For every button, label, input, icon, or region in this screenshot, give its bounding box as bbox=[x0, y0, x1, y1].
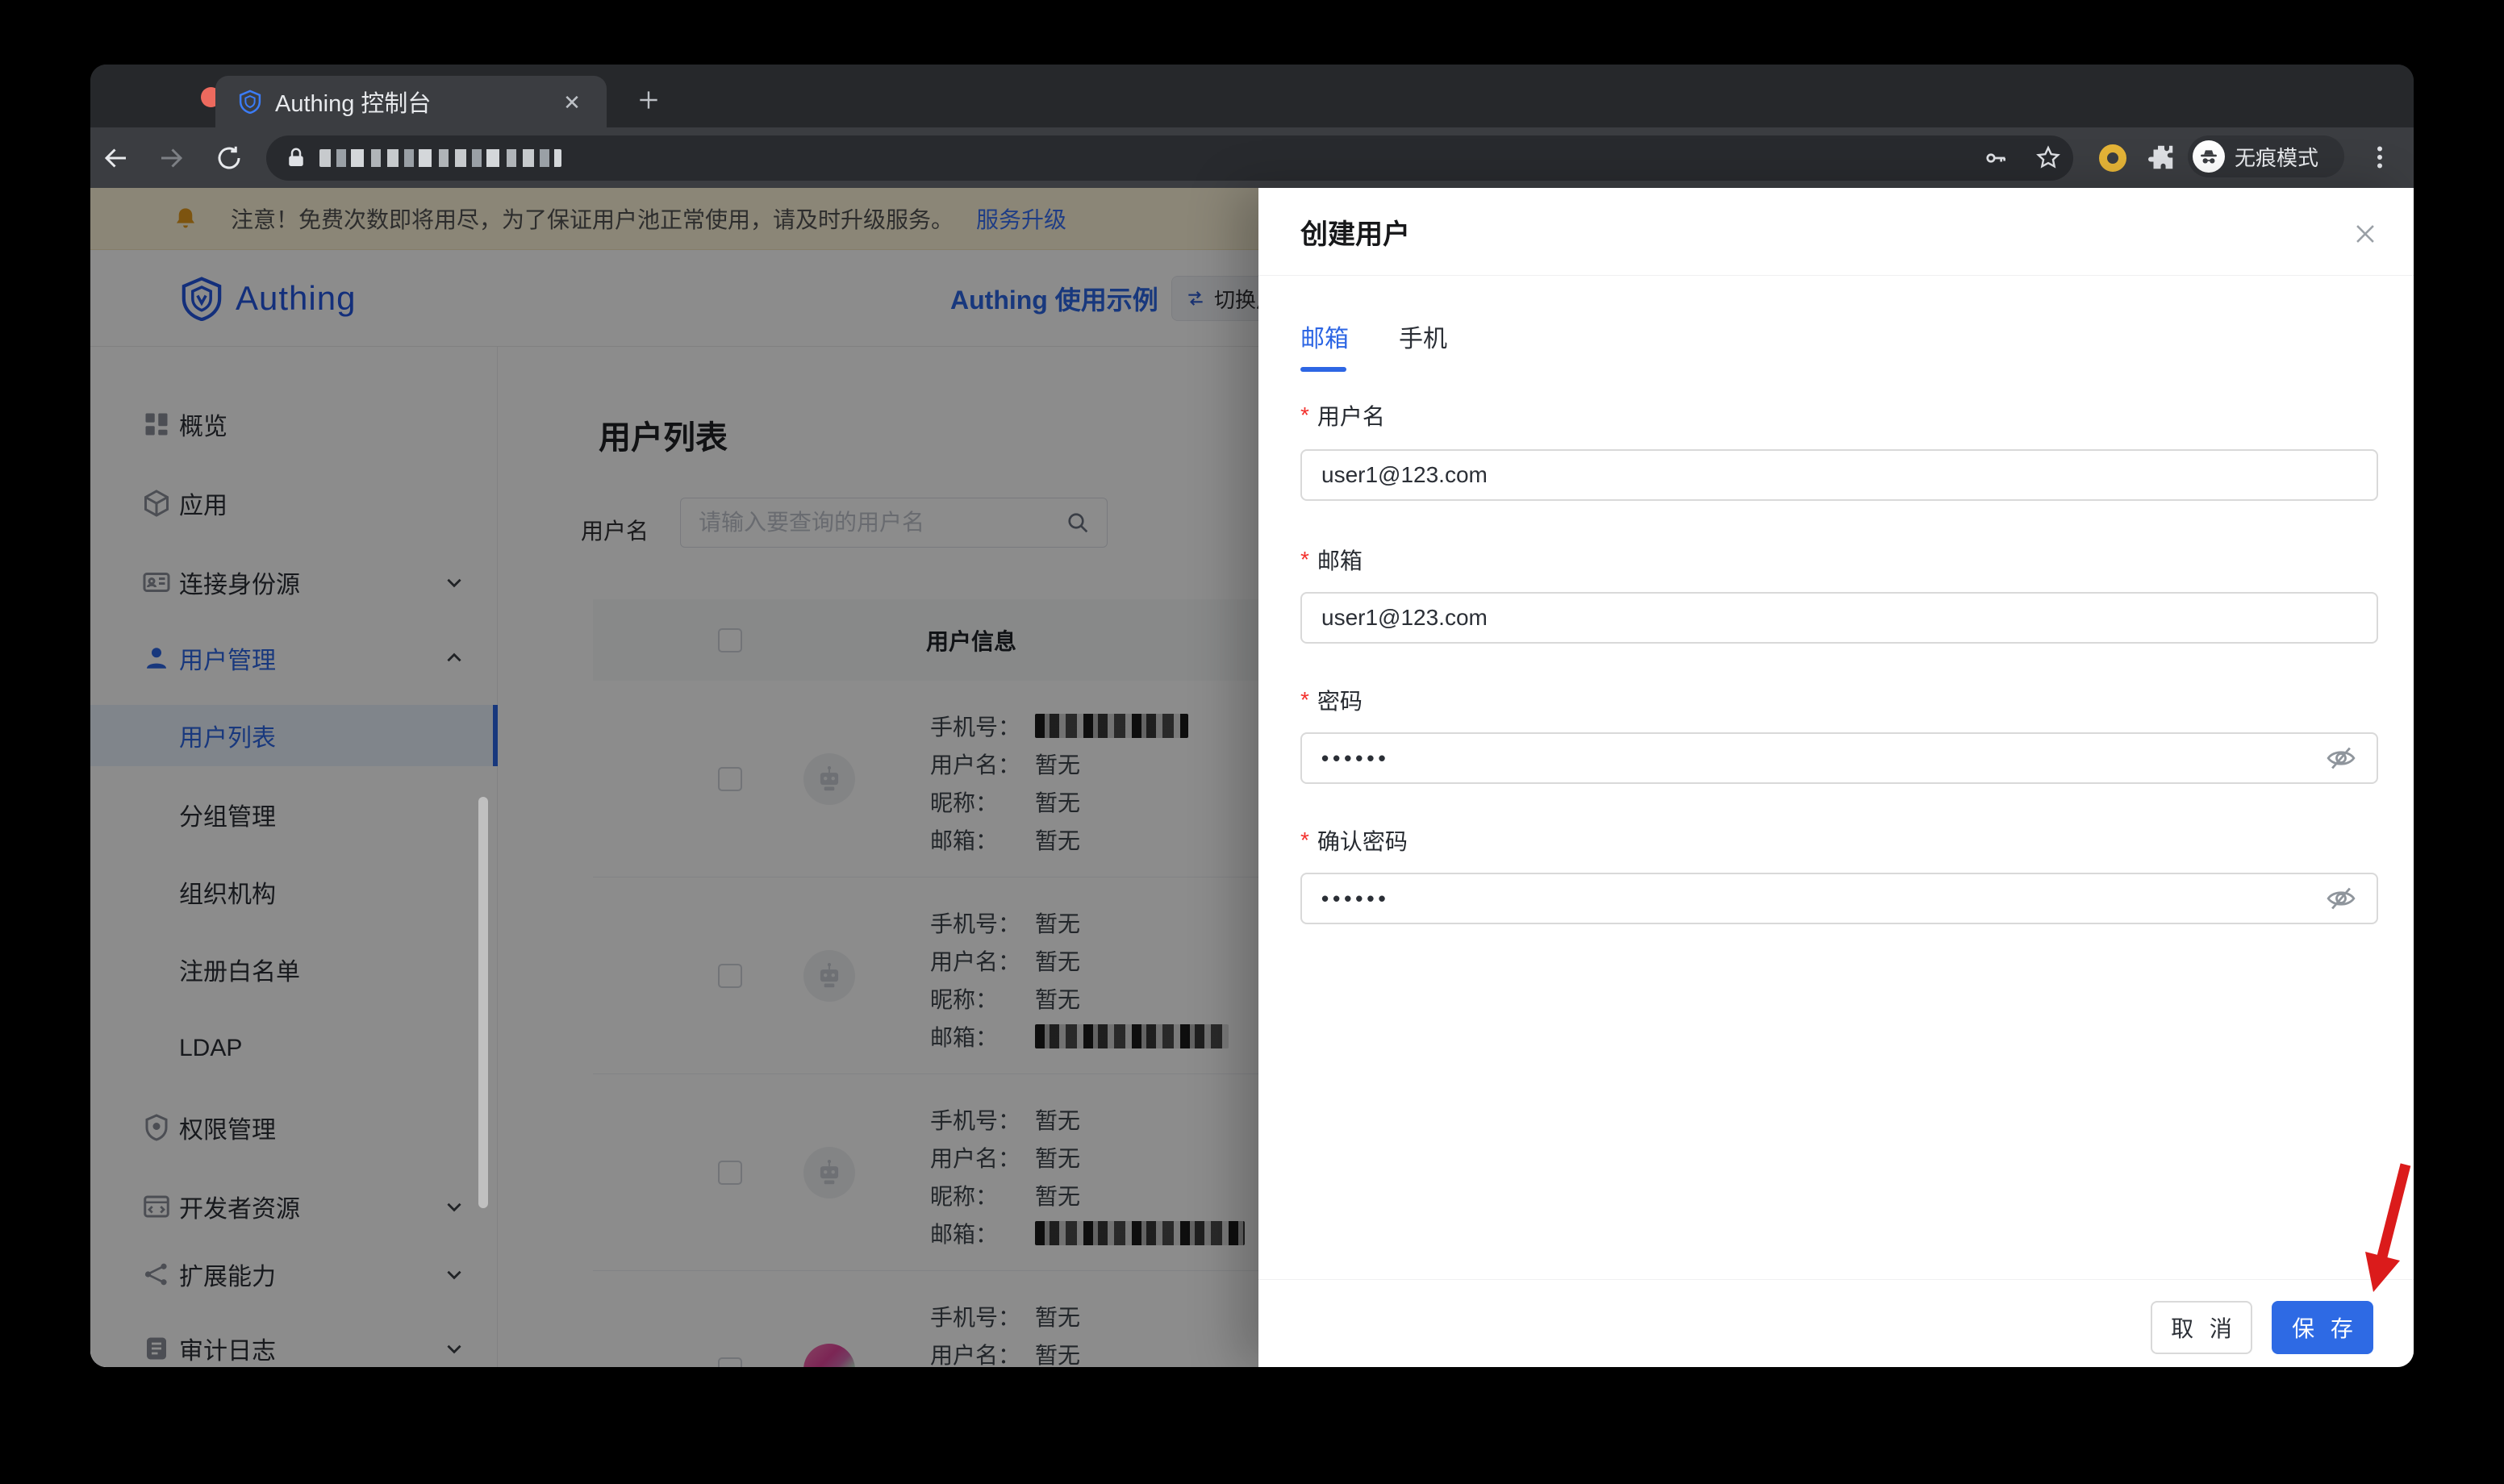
sidebar-scrollbar[interactable] bbox=[478, 797, 488, 1208]
drawer-footer: 取 消 保 存 bbox=[1258, 1279, 2414, 1367]
authing-favicon-icon bbox=[238, 90, 262, 114]
browser-menu-icon[interactable] bbox=[2365, 142, 2394, 173]
active-tab-indicator bbox=[1300, 367, 1346, 372]
browser-tab-strip: Authing 控制台 ✕ bbox=[90, 65, 2414, 127]
password-key-icon[interactable] bbox=[1983, 145, 2009, 171]
tab-phone[interactable]: 手机 bbox=[1399, 311, 1447, 362]
tab-email[interactable]: 邮箱 bbox=[1300, 311, 1349, 362]
field-label-email: * 邮箱 bbox=[1300, 547, 1363, 573]
eye-invisible-icon[interactable] bbox=[2325, 882, 2357, 915]
password-field[interactable] bbox=[1300, 732, 2378, 784]
lock-icon bbox=[284, 146, 308, 170]
save-button[interactable]: 保 存 bbox=[2272, 1301, 2373, 1354]
incognito-badge: 无痕模式 bbox=[2188, 135, 2344, 177]
required-asterisk: * bbox=[1300, 827, 1309, 852]
extension-badge-icon[interactable] bbox=[2099, 144, 2126, 172]
username-field[interactable] bbox=[1300, 449, 2378, 501]
forward-button[interactable] bbox=[155, 142, 187, 174]
tab-close-icon[interactable]: ✕ bbox=[558, 89, 586, 116]
eye-invisible-icon[interactable] bbox=[2325, 742, 2357, 774]
required-asterisk: * bbox=[1300, 547, 1309, 572]
browser-window: Authing 控制台 ✕ 无痕模式 注意！免费次数即将用尽，为了保证用户池正常… bbox=[90, 65, 2414, 1367]
incognito-icon bbox=[2193, 140, 2225, 173]
email-field[interactable] bbox=[1300, 592, 2378, 644]
url-bar[interactable] bbox=[266, 135, 2073, 181]
browser-toolbar: 无痕模式 bbox=[90, 127, 2414, 188]
new-tab-button[interactable] bbox=[626, 77, 671, 123]
tab-title: Authing 控制台 bbox=[275, 91, 432, 117]
required-asterisk: * bbox=[1300, 402, 1309, 427]
confirm-password-field[interactable] bbox=[1300, 873, 2378, 924]
cancel-button[interactable]: 取 消 bbox=[2151, 1301, 2252, 1354]
back-button[interactable] bbox=[100, 142, 132, 174]
field-label-password: * 密码 bbox=[1300, 687, 1363, 714]
drawer-header: 创建用户 bbox=[1258, 188, 2414, 276]
browser-tab[interactable]: Authing 控制台 ✕ bbox=[215, 76, 607, 127]
create-user-drawer: 创建用户 邮箱 手机 * 用户名 * 邮箱 * bbox=[1258, 188, 2414, 1367]
incognito-label: 无痕模式 bbox=[2235, 145, 2319, 170]
field-label-confirm-password: * 确认密码 bbox=[1300, 827, 1408, 854]
page-content: 注意！免费次数即将用尽，为了保证用户池正常使用，请及时升级服务。 服务升级 Au… bbox=[90, 188, 2414, 1367]
reload-button[interactable] bbox=[213, 142, 245, 174]
redacted-url bbox=[319, 149, 561, 167]
close-icon[interactable] bbox=[2346, 215, 2385, 253]
field-label-username: * 用户名 bbox=[1300, 402, 1385, 429]
drawer-title: 创建用户 bbox=[1300, 219, 1410, 250]
bookmark-star-icon[interactable] bbox=[2034, 144, 2062, 172]
required-asterisk: * bbox=[1300, 687, 1309, 712]
extensions-puzzle-icon[interactable] bbox=[2146, 142, 2176, 173]
